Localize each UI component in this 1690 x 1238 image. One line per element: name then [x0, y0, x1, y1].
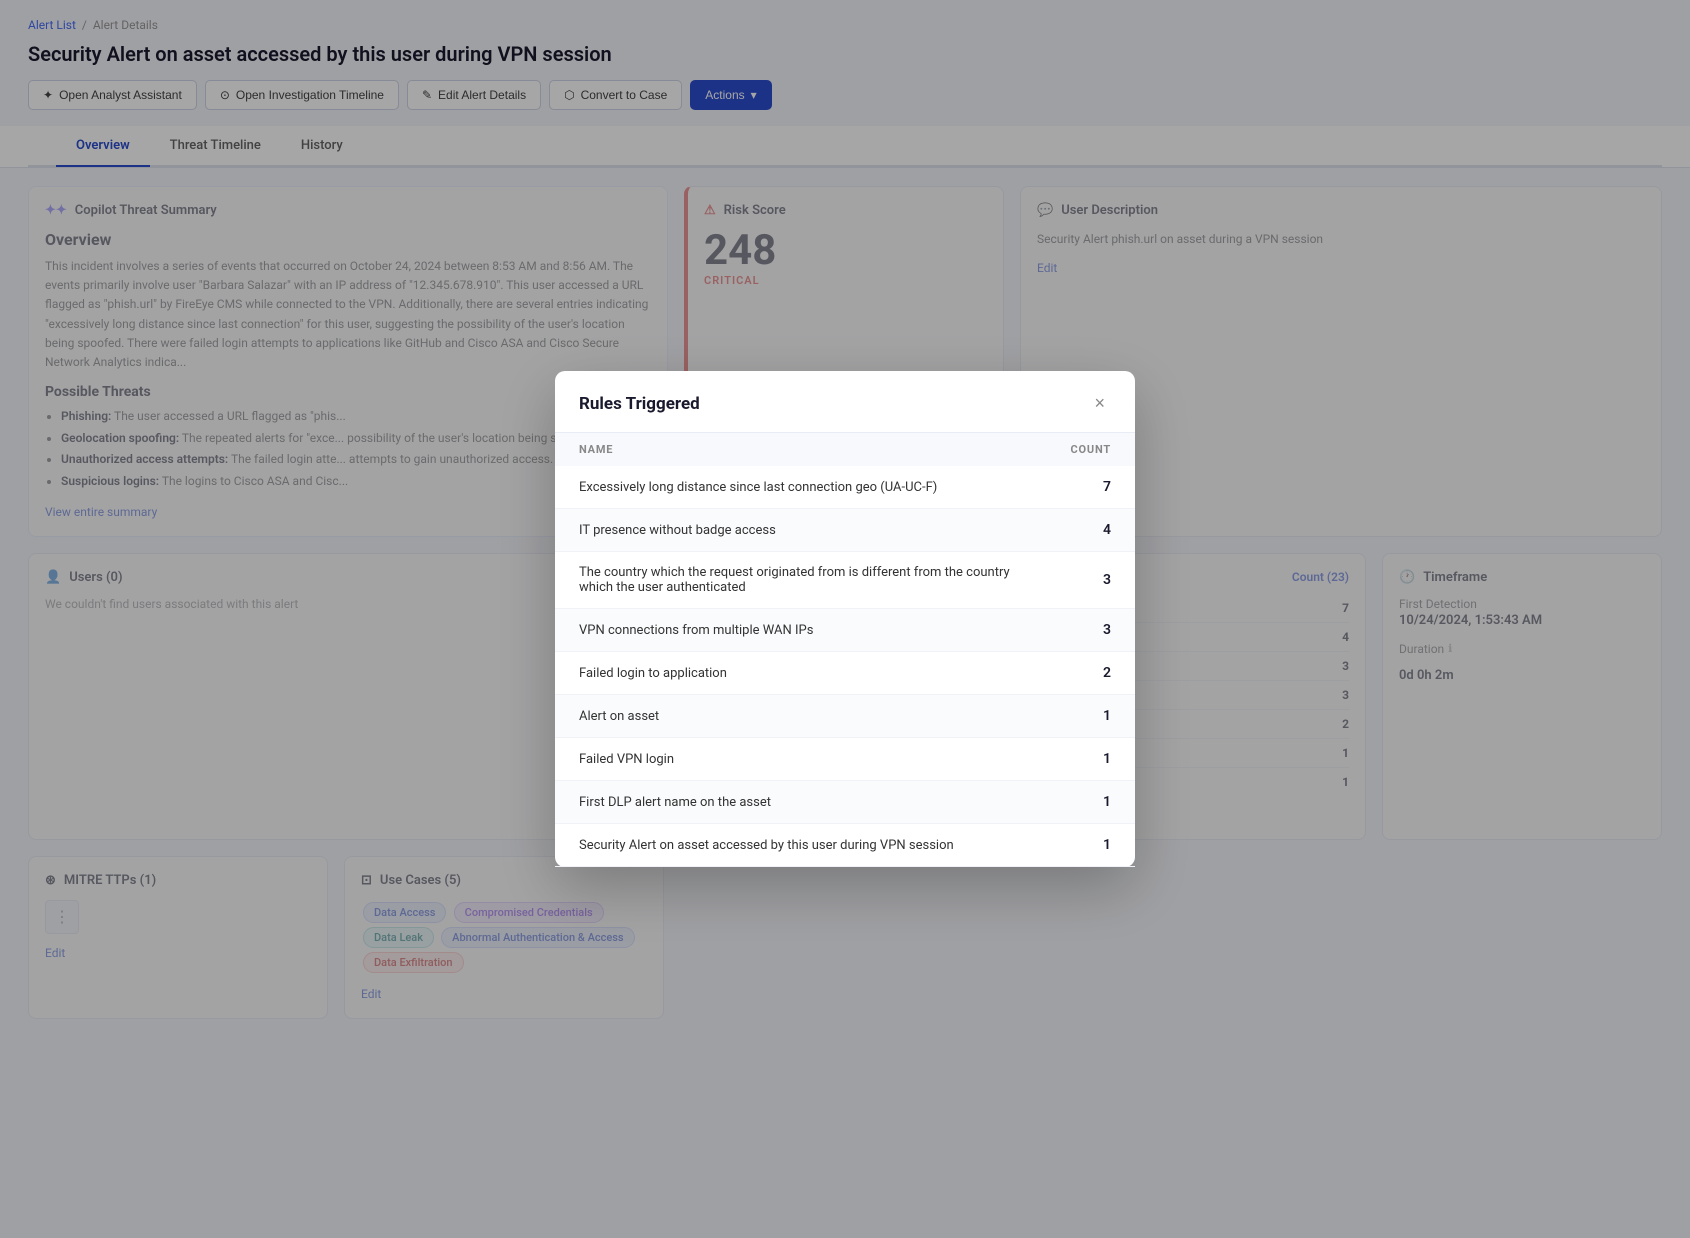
rule-name-cell: The country which the request originated…	[555, 552, 1047, 609]
table-row: The country which the request originated…	[555, 552, 1135, 609]
col-name-header: NAME	[555, 433, 1047, 466]
rules-triggered-modal: Rules Triggered × NAME COUNT Excessively…	[555, 371, 1135, 867]
rule-name-cell: VPN connections from multiple WAN IPs	[555, 609, 1047, 652]
rule-count-cell: 3	[1047, 609, 1135, 652]
modal-body: NAME COUNT Excessively long distance sin…	[555, 433, 1135, 867]
modal-title: Rules Triggered	[579, 394, 700, 414]
table-row: Failed login to application2	[555, 652, 1135, 695]
modal-overlay: Rules Triggered × NAME COUNT Excessively…	[0, 0, 1690, 1238]
modal-close-button[interactable]: ×	[1088, 391, 1111, 416]
rule-count-cell: 1	[1047, 824, 1135, 867]
rule-name-cell: Security Alert on asset accessed by this…	[555, 824, 1047, 867]
table-header-row: NAME COUNT	[555, 433, 1135, 466]
modal-table-body: Excessively long distance since last con…	[555, 466, 1135, 867]
table-row: Alert on asset1	[555, 695, 1135, 738]
table-row: Failed VPN login1	[555, 738, 1135, 781]
rule-name-cell: Failed login to application	[555, 652, 1047, 695]
rule-name-cell: Excessively long distance since last con…	[555, 466, 1047, 509]
rule-count-cell: 3	[1047, 552, 1135, 609]
col-count-header: COUNT	[1047, 433, 1135, 466]
table-row: Excessively long distance since last con…	[555, 466, 1135, 509]
rule-count-cell: 4	[1047, 509, 1135, 552]
table-row: VPN connections from multiple WAN IPs3	[555, 609, 1135, 652]
table-row: First DLP alert name on the asset1	[555, 781, 1135, 824]
table-row: Security Alert on asset accessed by this…	[555, 824, 1135, 867]
rule-name-cell: Alert on asset	[555, 695, 1047, 738]
rule-count-cell: 1	[1047, 695, 1135, 738]
table-row: IT presence without badge access4	[555, 509, 1135, 552]
rule-count-cell: 2	[1047, 652, 1135, 695]
rules-table: NAME COUNT Excessively long distance sin…	[555, 433, 1135, 867]
rule-count-cell: 7	[1047, 466, 1135, 509]
rule-name-cell: IT presence without badge access	[555, 509, 1047, 552]
rule-name-cell: First DLP alert name on the asset	[555, 781, 1047, 824]
modal-header: Rules Triggered ×	[555, 371, 1135, 433]
rule-count-cell: 1	[1047, 781, 1135, 824]
rule-name-cell: Failed VPN login	[555, 738, 1047, 781]
rule-count-cell: 1	[1047, 738, 1135, 781]
